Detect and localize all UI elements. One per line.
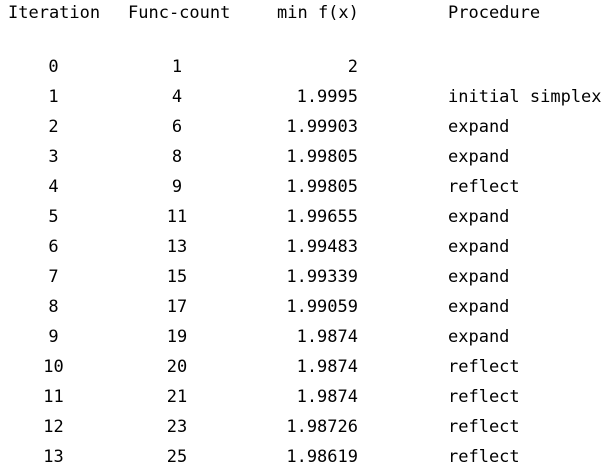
cell-func-count: 25 <box>166 447 188 467</box>
cell-procedure: reflect <box>448 447 520 467</box>
table-row: 12 23 1.98726 reflect <box>0 386 613 437</box>
iteration-table: Iteration Func-count min f(x) Procedure … <box>0 0 613 467</box>
table-row: 6 13 1.99483 expand <box>0 206 613 257</box>
table-row: 0 1 2 <box>0 26 613 77</box>
header-procedure: Procedure <box>448 3 541 23</box>
header-min-fx: min f(x) <box>277 3 359 23</box>
table-row: 1 4 1.9995 initial simplex <box>0 56 613 107</box>
table-row: 3 8 1.99805 expand <box>0 116 613 167</box>
table-row: 7 15 1.99339 expand <box>0 236 613 287</box>
table-row: 2 6 1.99903 expand <box>0 86 613 137</box>
cell-min-fx: 1.98619 <box>286 447 358 467</box>
header-func-count: Func-count <box>128 3 231 23</box>
table-header: Iteration Func-count min f(x) Procedure <box>0 0 613 26</box>
table-row: 13 25 1.98619 reflect <box>0 416 613 467</box>
table-row: 10 20 1.9874 reflect <box>0 326 613 377</box>
table-row: 4 9 1.99805 reflect <box>0 146 613 197</box>
cell-iteration: 13 <box>43 447 64 467</box>
table-row: 9 19 1.9874 expand <box>0 296 613 347</box>
table-row: 8 17 1.99059 expand <box>0 266 613 317</box>
table-row: 11 21 1.9874 reflect <box>0 356 613 407</box>
header-iteration: Iteration <box>8 3 101 23</box>
table-row: 5 11 1.99655 expand <box>0 176 613 227</box>
